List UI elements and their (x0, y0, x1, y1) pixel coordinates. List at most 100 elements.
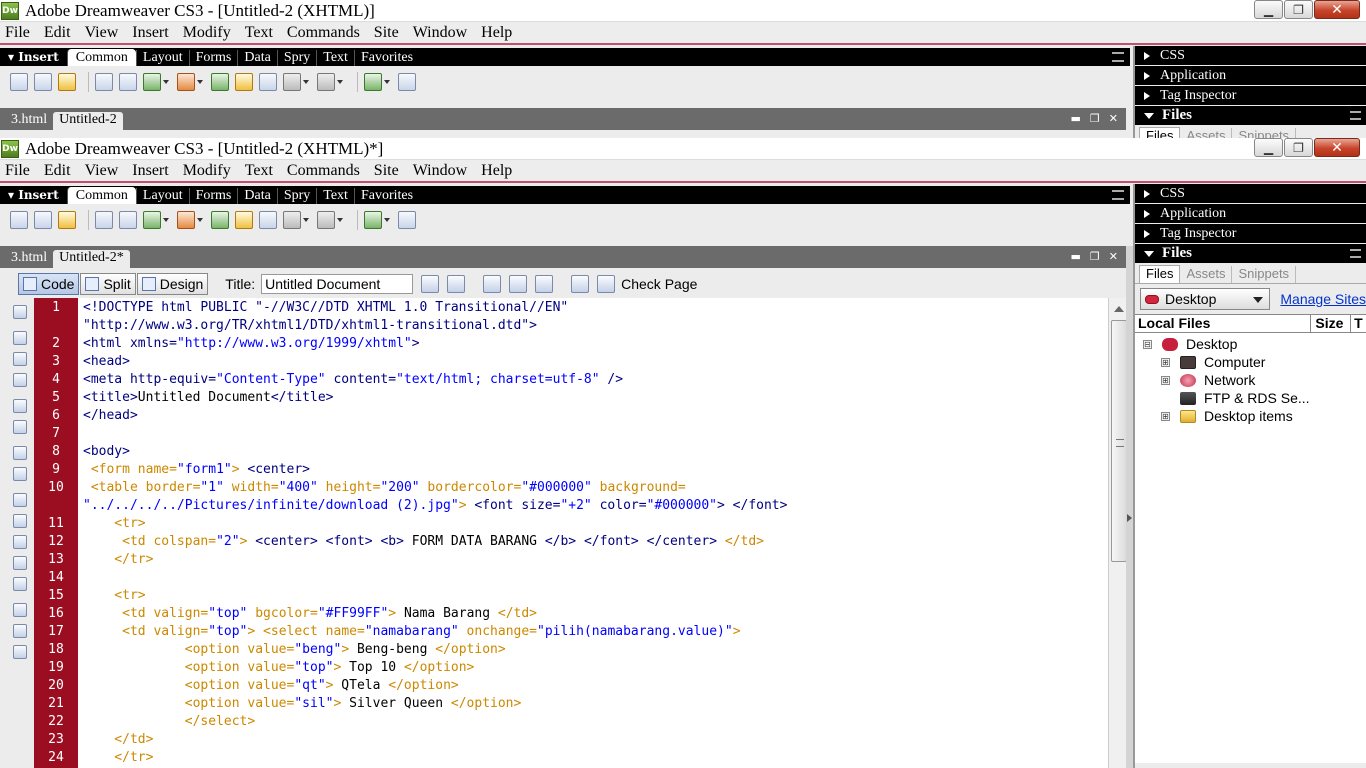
files-tab-files[interactable]: Files (1139, 265, 1181, 283)
expand-all-icon[interactable] (13, 373, 27, 387)
panel-application[interactable]: Application (1135, 66, 1366, 85)
files-tab-snippets[interactable]: Snippets (1232, 128, 1297, 138)
apply-comment-icon[interactable] (13, 493, 27, 507)
design-view-button[interactable]: Design (136, 273, 209, 295)
select-parent-tag-icon[interactable] (13, 399, 27, 413)
col-type[interactable]: T (1351, 315, 1366, 332)
scroll-thumb[interactable] (1111, 320, 1127, 562)
email-link-icon[interactable] (34, 211, 52, 229)
restore-button[interactable]: ❐ (1284, 138, 1313, 157)
panel-css[interactable]: CSS (1135, 184, 1366, 203)
refresh-icon[interactable] (483, 275, 502, 293)
insert-tab-layout[interactable]: Layout (135, 188, 189, 204)
table-icon[interactable] (95, 73, 113, 91)
doc-minimize-icon[interactable]: ▬ (1071, 250, 1081, 263)
split-view-button[interactable]: Split (80, 273, 136, 295)
menu-file[interactable]: File (5, 24, 30, 42)
close-button[interactable]: ✕ (1314, 0, 1360, 19)
doc-tab-untitled2[interactable]: Untitled-2* (53, 250, 130, 268)
date-icon[interactable] (211, 211, 229, 229)
preview-in-browser-icon[interactable] (447, 275, 466, 293)
tree-item-desktop[interactable]: ⊟ Desktop (1135, 335, 1366, 353)
tree-item-network[interactable]: ⊞ Network (1135, 371, 1366, 389)
insert-div-icon[interactable] (119, 73, 137, 91)
validate-markup-icon[interactable] (571, 275, 590, 293)
panel-files[interactable]: Files (1135, 244, 1366, 263)
panel-css[interactable]: CSS (1135, 46, 1366, 65)
restore-button[interactable]: ❐ (1284, 0, 1313, 19)
check-page-button[interactable]: Check Page (621, 276, 697, 292)
doc-minimize-icon[interactable]: ▬ (1071, 112, 1081, 125)
files-tab-assets[interactable]: Assets (1180, 128, 1233, 138)
menu-text[interactable]: Text (245, 162, 273, 180)
date-icon[interactable] (211, 73, 229, 91)
insert-panel-label[interactable]: ▾ Insert (0, 50, 67, 66)
check-page-icon[interactable] (597, 275, 616, 293)
menu-insert[interactable]: Insert (132, 162, 168, 180)
insert-tab-forms[interactable]: Forms (188, 188, 238, 204)
doc-close-icon[interactable]: ✕ (1109, 250, 1118, 263)
move-css-icon[interactable] (13, 577, 27, 591)
insert-div-icon[interactable] (119, 211, 137, 229)
tag-chooser-icon[interactable] (398, 211, 416, 229)
code-view-button[interactable]: Code (18, 273, 80, 295)
view-options-icon[interactable] (509, 275, 528, 293)
email-link-icon[interactable] (34, 73, 52, 91)
expand-icon[interactable]: ⊞ (1161, 357, 1170, 367)
templates-icon[interactable] (364, 73, 382, 91)
comment-icon[interactable] (259, 73, 277, 91)
menu-text[interactable]: Text (245, 24, 273, 42)
files-tab-snippets[interactable]: Snippets (1232, 266, 1297, 283)
server-side-include-icon[interactable] (235, 73, 253, 91)
menu-insert[interactable]: Insert (132, 24, 168, 42)
manage-sites-link[interactable]: Manage Sites (1280, 291, 1366, 307)
insert-tab-common[interactable]: Common (66, 187, 136, 204)
named-anchor-icon[interactable] (58, 73, 76, 91)
recent-snippets-icon[interactable] (13, 556, 27, 570)
menu-edit[interactable]: Edit (44, 162, 71, 180)
doc-restore-icon[interactable]: ❐ (1090, 112, 1100, 125)
document-title-input[interactable] (261, 274, 414, 294)
line-numbers-icon[interactable] (13, 446, 27, 460)
expand-icon[interactable]: ⊞ (1161, 411, 1170, 421)
insert-tab-common[interactable]: Common (66, 49, 136, 66)
insert-tab-text[interactable]: Text (316, 50, 354, 66)
doc-tab-untitled2[interactable]: Untitled-2 (53, 112, 123, 130)
images-icon[interactable] (143, 73, 161, 91)
indent-code-icon[interactable] (13, 603, 27, 617)
insert-tab-forms[interactable]: Forms (188, 50, 238, 66)
menu-view[interactable]: View (85, 162, 119, 180)
panel-collapse-bar[interactable] (1126, 246, 1133, 768)
table-icon[interactable] (95, 211, 113, 229)
menu-commands[interactable]: Commands (287, 162, 360, 180)
site-select[interactable]: Desktop (1140, 288, 1271, 310)
menu-modify[interactable]: Modify (183, 24, 231, 42)
menu-view[interactable]: View (85, 24, 119, 42)
doc-restore-icon[interactable]: ❐ (1090, 250, 1100, 263)
insert-tab-spry[interactable]: Spry (276, 188, 316, 204)
tag-chooser-icon[interactable] (398, 73, 416, 91)
menu-site[interactable]: Site (374, 162, 399, 180)
script-icon[interactable] (317, 211, 335, 229)
open-documents-icon[interactable] (13, 305, 27, 319)
files-tab-assets[interactable]: Assets (1180, 266, 1233, 283)
outdent-code-icon[interactable] (13, 624, 27, 638)
media-icon[interactable] (177, 211, 195, 229)
menu-site[interactable]: Site (374, 24, 399, 42)
hyperlink-icon[interactable] (10, 73, 28, 91)
images-icon[interactable] (143, 211, 161, 229)
minimize-button[interactable]: ▁ (1254, 0, 1283, 19)
media-icon[interactable] (177, 73, 195, 91)
scroll-up-arrow-icon[interactable] (1114, 306, 1124, 312)
hyperlink-icon[interactable] (10, 211, 28, 229)
code-editor[interactable]: <!DOCTYPE html PUBLIC "-//W3C//DTD XHTML… (78, 298, 1108, 768)
tree-item-desktop-items[interactable]: ⊞ Desktop items (1135, 407, 1366, 425)
server-side-include-icon[interactable] (235, 211, 253, 229)
menu-modify[interactable]: Modify (183, 162, 231, 180)
menu-help[interactable]: Help (481, 24, 512, 42)
insert-tab-favorites[interactable]: Favorites (353, 188, 419, 204)
remove-comment-icon[interactable] (13, 514, 27, 528)
col-local-files[interactable]: Local Files (1135, 315, 1312, 332)
head-icon[interactable] (283, 73, 301, 91)
menu-window[interactable]: Window (413, 162, 467, 180)
